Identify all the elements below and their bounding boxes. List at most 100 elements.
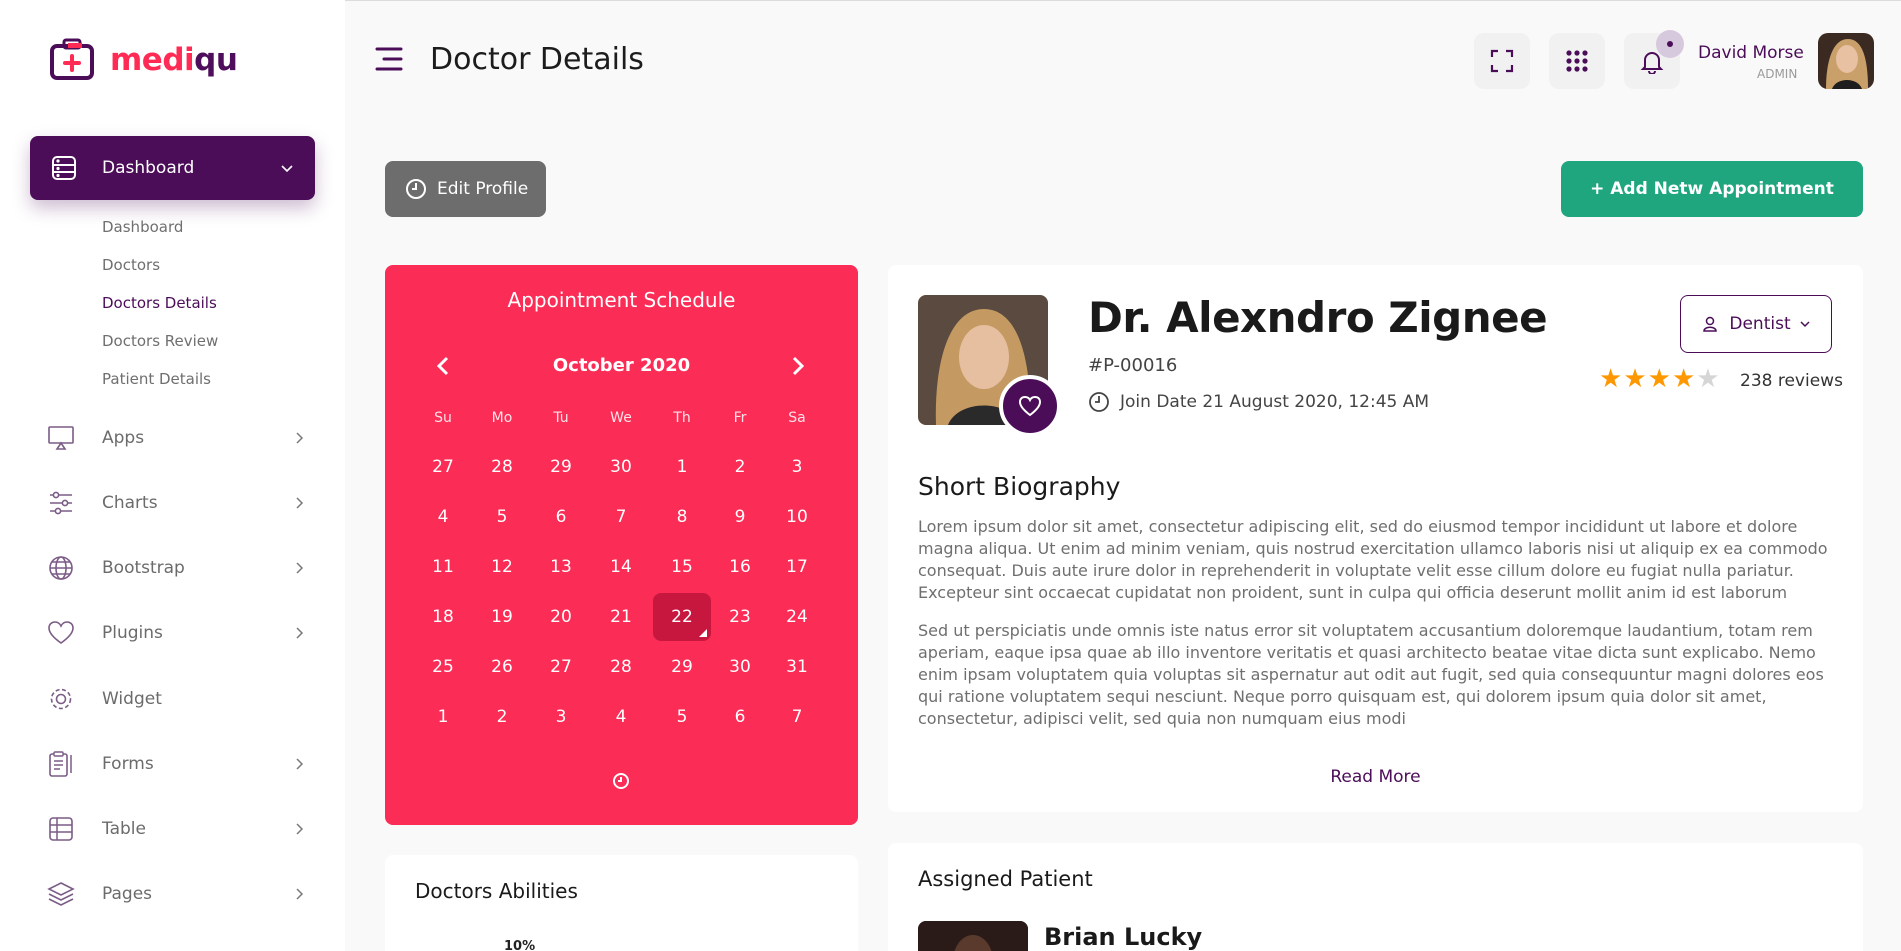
submenu-item-dashboard[interactable]: Dashboard	[102, 216, 218, 254]
calendar-day[interactable]: 23	[711, 593, 769, 641]
sidebar-item-dashboard[interactable]: Dashboard	[30, 136, 315, 200]
calendar-day[interactable]: 3	[768, 443, 826, 491]
sidebar: mediqu Dashboard Dashboard Doctors Docto…	[0, 0, 345, 951]
chevron-down-icon	[1800, 321, 1810, 328]
weekday-label: Su	[434, 410, 452, 426]
edit-profile-button[interactable]: Edit Profile	[385, 161, 546, 217]
sidebar-item-forms[interactable]: Forms	[46, 744, 306, 784]
doctor-abilities-card: Doctors Abilities 10%	[385, 855, 858, 951]
calendar-day[interactable]: 4	[414, 493, 472, 541]
calendar-day[interactable]: 14	[592, 543, 650, 591]
calendar-day[interactable]: 18	[414, 593, 472, 641]
heart-icon	[1018, 395, 1042, 417]
user-role: ADMIN	[1757, 67, 1798, 81]
calendar-day[interactable]: 9	[711, 493, 769, 541]
user-name[interactable]: David Morse	[1698, 43, 1804, 63]
doctor-name: Dr. Alexndro Zignee	[1088, 293, 1548, 342]
patient-photo	[918, 921, 1028, 951]
sidebar-item-widget[interactable]: Widget	[46, 679, 306, 719]
calendar-day[interactable]: 30	[592, 443, 650, 491]
monitor-icon	[48, 426, 74, 450]
sidebar-item-plugins[interactable]: Plugins	[46, 613, 306, 653]
sidebar-item-label: Pages	[102, 884, 153, 904]
calendar-day[interactable]: 21	[592, 593, 650, 641]
sidebar-item-label: Dashboard	[102, 158, 195, 178]
avatar[interactable]	[1818, 33, 1874, 89]
calendar-day[interactable]: 2	[711, 443, 769, 491]
calendar-day[interactable]: 10	[768, 493, 826, 541]
calendar-day[interactable]: 2	[473, 693, 531, 741]
chevron-right-icon[interactable]	[786, 355, 808, 377]
calendar-day[interactable]: 1	[653, 443, 711, 491]
star-icon: ★	[1647, 364, 1671, 394]
submenu-item-patient-details[interactable]: Patient Details	[102, 368, 218, 406]
calendar-day[interactable]: 25	[414, 643, 472, 691]
calendar-day[interactable]: 6	[711, 693, 769, 741]
sidebar-item-pages[interactable]: Pages	[46, 874, 306, 914]
calendar-day-selected[interactable]: 22	[653, 593, 711, 641]
sidebar-item-label: Forms	[102, 754, 154, 774]
doctor-profile-card: Dr. Alexndro Zignee #P-00016 Join Date 2…	[888, 265, 1863, 812]
calendar-day[interactable]: 7	[592, 493, 650, 541]
calendar-day[interactable]: 12	[473, 543, 531, 591]
calendar-day[interactable]: 28	[592, 643, 650, 691]
patient-name[interactable]: Brian Lucky	[1044, 923, 1202, 951]
read-more-link[interactable]: Read More	[888, 767, 1863, 787]
sidebar-item-charts[interactable]: Charts	[46, 483, 306, 523]
calendar-day[interactable]: 15	[653, 543, 711, 591]
reviews-count[interactable]: 238 reviews	[1740, 371, 1843, 391]
assigned-patient-title: Assigned Patient	[918, 867, 1093, 891]
apps-grid-button[interactable]	[1549, 33, 1605, 89]
calendar-day[interactable]: 13	[532, 543, 590, 591]
clipboard-icon	[49, 751, 72, 777]
calendar-day[interactable]: 29	[653, 643, 711, 691]
submenu-item-doctors[interactable]: Doctors	[102, 254, 218, 292]
calendar-day[interactable]: 4	[592, 693, 650, 741]
grid-icon	[1566, 50, 1588, 72]
specialty-dropdown[interactable]: Dentist	[1680, 295, 1832, 353]
clock-icon[interactable]	[611, 771, 631, 791]
calendar-day[interactable]: 17	[768, 543, 826, 591]
calendar-day[interactable]: 16	[711, 543, 769, 591]
calendar-day[interactable]: 19	[473, 593, 531, 641]
calendar-day[interactable]: 29	[532, 443, 590, 491]
add-appointment-label: + Add Netw Appointment	[1590, 179, 1834, 199]
weekday-label: Fr	[733, 410, 747, 426]
assigned-patient-card: Assigned Patient Brian Lucky	[888, 843, 1863, 951]
calendar-day[interactable]: 24	[768, 593, 826, 641]
calendar-day[interactable]: 30	[711, 643, 769, 691]
fullscreen-button[interactable]	[1474, 33, 1530, 89]
calendar-day[interactable]: 11	[414, 543, 472, 591]
dashboard-icon	[52, 156, 76, 180]
sidebar-item-label: Charts	[102, 493, 158, 513]
chevron-right-icon	[296, 823, 304, 835]
star-empty-icon: ★	[1696, 364, 1720, 394]
calendar-day[interactable]: 6	[532, 493, 590, 541]
sidebar-item-bootstrap[interactable]: Bootstrap	[46, 548, 306, 588]
calendar-day[interactable]: 28	[473, 443, 531, 491]
calendar-day[interactable]: 31	[768, 643, 826, 691]
chevron-down-icon	[281, 165, 293, 173]
brand[interactable]: mediqu	[48, 38, 238, 82]
calendar-day[interactable]: 5	[473, 493, 531, 541]
calendar-day[interactable]: 26	[473, 643, 531, 691]
sidebar-item-apps[interactable]: Apps	[46, 418, 306, 458]
doctor-id: #P-00016	[1088, 355, 1178, 376]
chevron-right-icon	[296, 497, 304, 509]
calendar-day[interactable]: 3	[532, 693, 590, 741]
add-appointment-button[interactable]: + Add Netw Appointment	[1561, 161, 1863, 217]
hamburger-menu-icon[interactable]	[375, 46, 403, 72]
calendar-day[interactable]: 27	[414, 443, 472, 491]
weekday-label: Sa	[788, 410, 806, 426]
sidebar-item-table[interactable]: Table	[46, 809, 306, 849]
calendar-day[interactable]: 8	[653, 493, 711, 541]
submenu-item-doctors-review[interactable]: Doctors Review	[102, 330, 218, 368]
calendar-day[interactable]: 5	[653, 693, 711, 741]
calendar-day[interactable]: 7	[768, 693, 826, 741]
calendar-day[interactable]: 27	[532, 643, 590, 691]
calendar-day[interactable]: 1	[414, 693, 472, 741]
submenu-item-doctors-details[interactable]: Doctors Details	[102, 292, 218, 330]
chevron-right-icon	[296, 627, 304, 639]
favorite-button[interactable]	[999, 375, 1061, 437]
calendar-day[interactable]: 20	[532, 593, 590, 641]
